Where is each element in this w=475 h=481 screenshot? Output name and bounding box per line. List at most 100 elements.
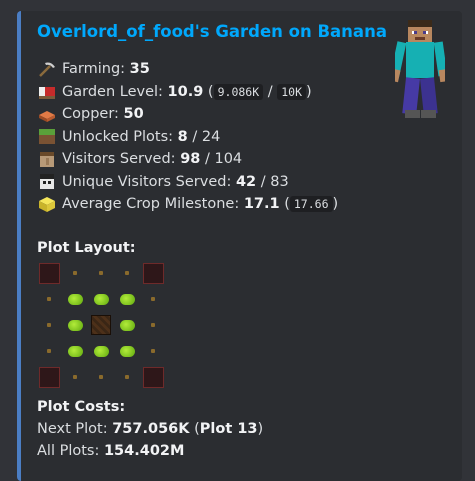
embed-accent-bar	[17, 11, 21, 481]
stat-value: 17.1	[243, 196, 280, 213]
plot-cell-locked	[140, 364, 166, 390]
empty-plot-icon	[151, 349, 155, 353]
plot-cell-empty	[114, 364, 140, 390]
plot-cell-empty	[36, 286, 62, 312]
villager-head-icon	[40, 151, 54, 167]
barn-plot-icon	[91, 315, 111, 335]
plot-cell-empty	[88, 364, 114, 390]
crop-plot-icon	[67, 293, 83, 305]
empty-plot-icon	[47, 323, 51, 327]
empty-plot-icon	[125, 375, 129, 379]
plot-cell-empty	[88, 260, 114, 286]
plot-cell-crop	[114, 338, 140, 364]
crop-plot-icon	[93, 293, 109, 305]
paren-close: )	[306, 83, 312, 100]
bed-icon	[39, 87, 55, 100]
stat-value: 50	[123, 106, 144, 123]
stat-garden-level: Garden Level: 10.9 (9.086K / 10K)	[37, 81, 338, 104]
stat-label: Visitors Served:	[62, 151, 176, 168]
stat-total: / 24	[192, 128, 221, 145]
stat-visitors-served: Visitors Served: 98 / 104	[37, 148, 338, 171]
plot-costs-heading: Plot Costs:	[37, 399, 126, 415]
plot-cell-empty	[140, 338, 166, 364]
grass-block-icon	[39, 129, 55, 145]
next-plot-label: Next Plot:	[37, 421, 108, 437]
plot-cell-locked	[140, 260, 166, 286]
empty-plot-icon	[99, 375, 103, 379]
all-plots-value: 154.402M	[103, 443, 185, 459]
paren-close: )	[332, 196, 339, 213]
stats-list: Farming: 35 Garden Level: 10.9 (9.086K /…	[37, 58, 338, 216]
plot-cell-empty	[62, 364, 88, 390]
locked-plot-icon	[38, 262, 60, 284]
paren-close: )	[257, 421, 264, 437]
garden-xp-max: 10K	[277, 83, 307, 100]
plot-cell-empty	[36, 312, 62, 338]
stat-label: Copper:	[62, 106, 119, 123]
locked-plot-icon	[38, 366, 60, 388]
next-plot-name: Plot 13	[199, 421, 258, 437]
visitor-head-icon	[40, 174, 54, 190]
plot-cell-empty	[140, 286, 166, 312]
plot-layout-heading: Plot Layout:	[37, 240, 136, 256]
crop-plot-icon	[119, 319, 135, 331]
plot-cell-crop	[88, 338, 114, 364]
plot-cell-empty	[140, 312, 166, 338]
next-plot-cost: Next Plot: 757.056K (Plot 13)	[37, 421, 263, 437]
stat-label: Unlocked Plots:	[62, 128, 174, 145]
stat-farming: Farming: 35	[37, 58, 338, 81]
stat-total: / 104	[204, 151, 243, 168]
stat-unique-visitors: Unique Visitors Served: 42 / 83	[37, 171, 338, 194]
empty-plot-icon	[47, 349, 51, 353]
empty-plot-icon	[125, 271, 129, 275]
crop-plot-icon	[119, 293, 135, 305]
copper-icon	[39, 110, 55, 122]
plot-cell-crop	[62, 286, 88, 312]
crop-plot-icon	[119, 345, 135, 357]
milestone-cube-icon	[39, 196, 55, 212]
stat-copper: Copper: 50	[37, 103, 338, 126]
all-plots-label: All Plots:	[37, 443, 100, 459]
locked-plot-icon	[142, 366, 164, 388]
garden-xp-current: 9.086K	[213, 83, 264, 100]
empty-plot-icon	[73, 375, 77, 379]
plot-cell-empty	[36, 338, 62, 364]
stat-value: 8	[177, 128, 188, 145]
plot-cell-crop	[88, 286, 114, 312]
plot-cell-crop	[62, 338, 88, 364]
empty-plot-icon	[151, 323, 155, 327]
all-plots-cost: All Plots: 154.402M	[37, 443, 184, 459]
plot-cell-crop	[114, 312, 140, 338]
next-plot-value: 757.056K	[112, 421, 190, 437]
empty-plot-icon	[73, 271, 77, 275]
empty-plot-icon	[47, 297, 51, 301]
pickaxe-icon	[39, 62, 55, 77]
crop-plot-icon	[67, 319, 83, 331]
plot-cell-empty	[114, 260, 140, 286]
empty-plot-icon	[99, 271, 103, 275]
separator: /	[267, 83, 273, 100]
stat-label: Average Crop Milestone:	[62, 196, 240, 213]
stat-total: / 83	[260, 173, 289, 190]
stat-label: Unique Visitors Served:	[62, 173, 232, 190]
crop-milestone-exact: 17.66	[289, 196, 333, 213]
embed-title-link[interactable]: Overlord_of_food's Garden on Banana	[37, 22, 387, 41]
stat-average-crop-milestone: Average Crop Milestone: 17.1 (17.66)	[37, 193, 338, 216]
plot-cell-crop	[62, 312, 88, 338]
plot-cell-locked	[36, 364, 62, 390]
stat-value: 42	[235, 173, 257, 190]
plot-cell-empty	[62, 260, 88, 286]
stat-value: 98	[180, 151, 201, 168]
player-skin-thumbnail	[395, 20, 445, 118]
plot-layout-grid	[36, 260, 166, 390]
stat-value: 10.9	[167, 83, 204, 100]
stat-unlocked-plots: Unlocked Plots: 8 / 24	[37, 126, 338, 149]
stat-value: 35	[129, 61, 150, 78]
crop-plot-icon	[93, 345, 109, 357]
stat-label: Farming:	[62, 61, 126, 78]
empty-plot-icon	[151, 297, 155, 301]
plot-cell-locked	[36, 260, 62, 286]
plot-cell-barn	[88, 312, 114, 338]
locked-plot-icon	[142, 262, 164, 284]
plot-cell-crop	[114, 286, 140, 312]
